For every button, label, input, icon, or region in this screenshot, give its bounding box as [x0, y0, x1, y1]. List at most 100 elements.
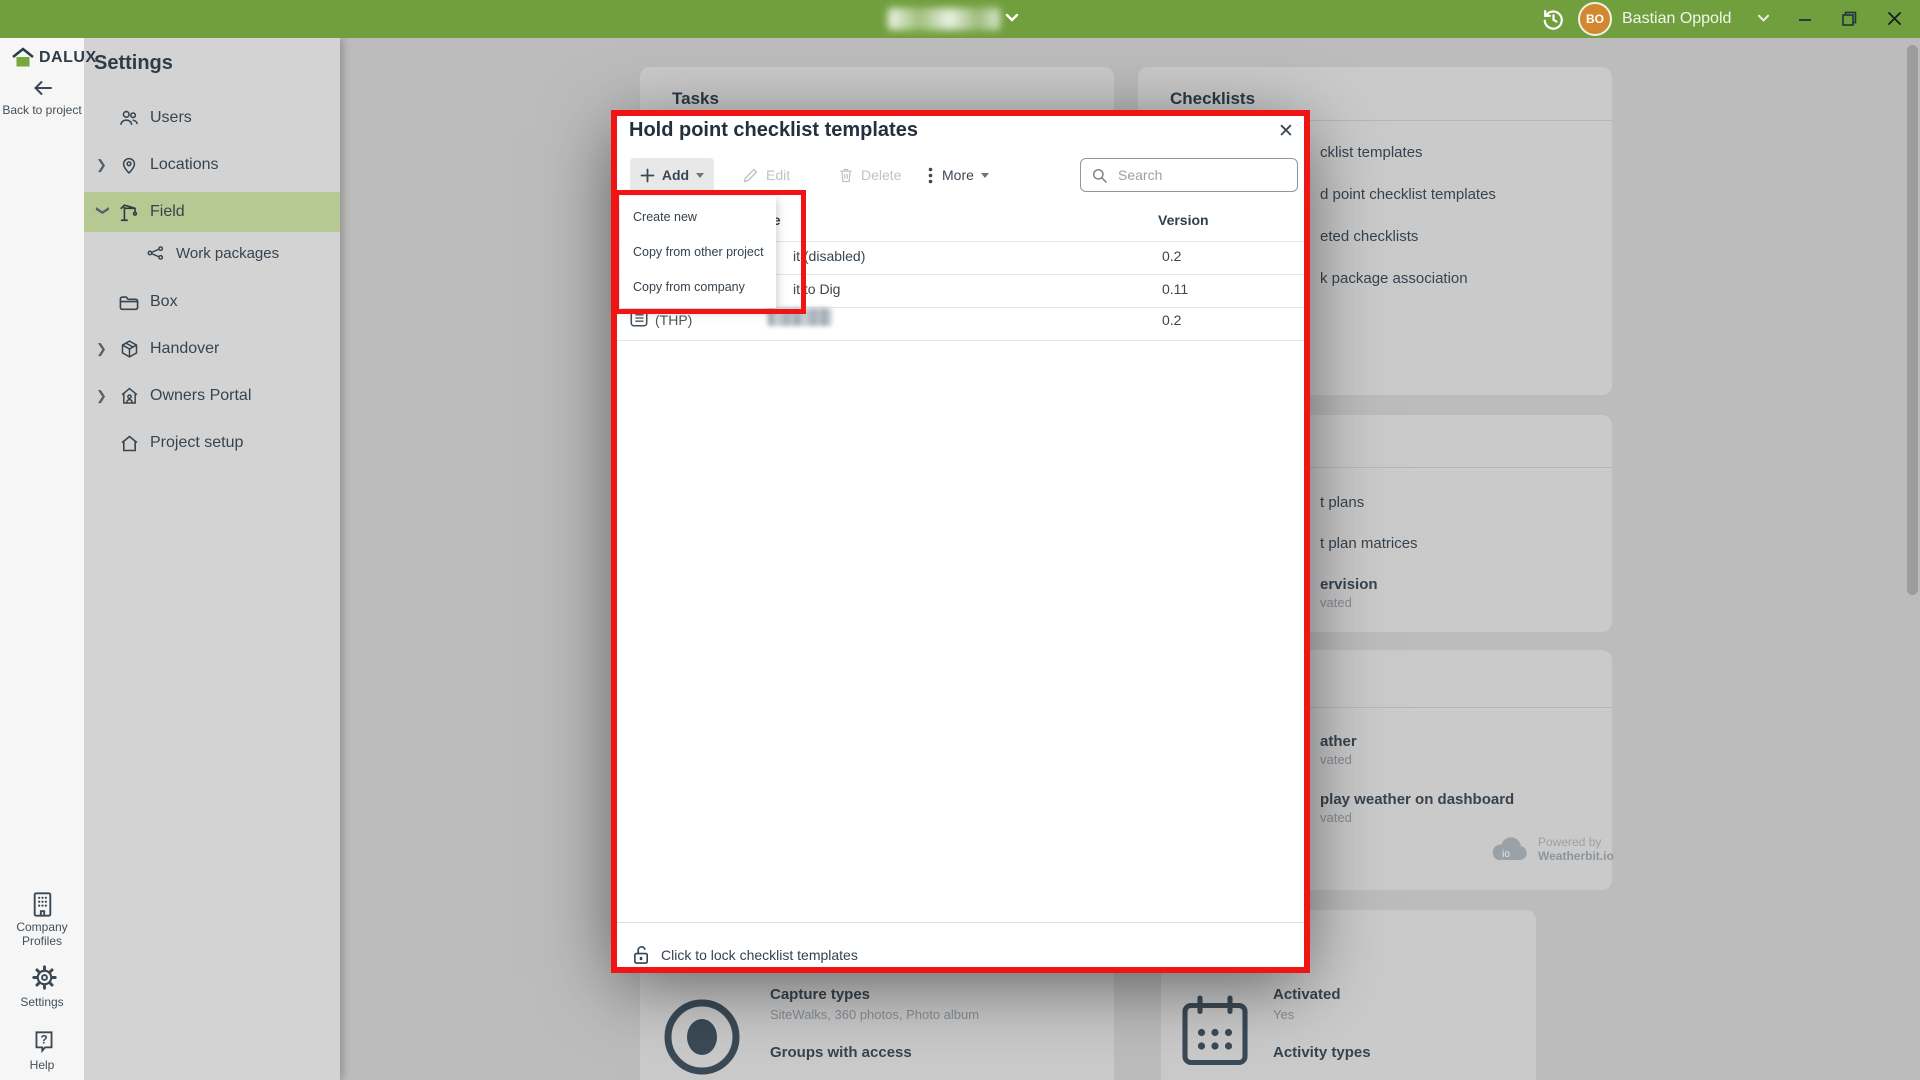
edit-button[interactable]: Edit: [742, 158, 790, 192]
avatar[interactable]: BO: [1578, 2, 1612, 36]
quality-link[interactable]: t plans: [1320, 494, 1364, 511]
company-profiles-icon[interactable]: [29, 890, 56, 919]
template-row-name[interactable]: it to Dig: [793, 281, 840, 297]
calendar-icon: [1179, 993, 1251, 1069]
capture-types-title[interactable]: Capture types: [770, 986, 870, 1003]
sidebar-item-label: Users: [150, 109, 192, 127]
caret-down-icon: [981, 173, 989, 178]
app-window: BO Bastian Oppold DALUX Back to project: [0, 0, 1920, 1080]
dalux-logo[interactable]: DALUX: [10, 46, 97, 70]
checklists-card-title: Checklists: [1170, 89, 1255, 109]
delete-button[interactable]: Delete: [838, 158, 901, 192]
sidebar-item-label: Field: [150, 203, 185, 221]
vertical-scrollbar[interactable]: [1907, 45, 1918, 595]
menu-item-create-new[interactable]: Create new: [620, 210, 776, 224]
checklists-link[interactable]: cklist templates: [1320, 144, 1423, 161]
users-icon: [116, 108, 142, 128]
dalux-house-icon: [10, 46, 36, 70]
weatherbit-attribution: io Powered by Weatherbit.io: [1486, 833, 1614, 865]
sidebar-item-work-packages[interactable]: Work packages: [84, 236, 340, 270]
svg-text:?: ?: [40, 1033, 47, 1047]
dalux-logo-text: DALUX: [39, 49, 97, 67]
activity-types-link[interactable]: Activity types: [1273, 1044, 1371, 1061]
folder-icon: [116, 293, 142, 312]
lock-templates-label: Click to lock checklist templates: [661, 947, 858, 963]
history-icon[interactable]: [1540, 6, 1567, 33]
divider: [617, 340, 1304, 341]
groups-with-access-link[interactable]: Groups with access: [770, 1044, 912, 1061]
sidebar-item-field[interactable]: ❯ Field: [84, 192, 340, 232]
dialog-title: Hold point checklist templates: [629, 119, 918, 142]
unlock-icon: [632, 944, 651, 966]
weather-link-status: vated: [1320, 810, 1352, 825]
rail-item-settings[interactable]: Settings: [0, 995, 84, 1009]
add-button[interactable]: Add: [630, 158, 714, 192]
gear-icon[interactable]: [31, 964, 58, 991]
weatherbit-cloud-icon: io: [1486, 833, 1530, 865]
quality-link[interactable]: t plan matrices: [1320, 535, 1418, 552]
divider: [617, 922, 1304, 923]
menu-item-copy-from-company[interactable]: Copy from company: [620, 280, 776, 294]
capture-record-icon: [660, 995, 744, 1079]
home-icon: [116, 433, 142, 454]
chevron-down-icon: ❯: [95, 205, 111, 219]
chevron-right-icon: ❯: [96, 341, 110, 357]
crane-icon: [116, 201, 142, 223]
search-input[interactable]: [1116, 166, 1280, 184]
caret-down-icon: [696, 173, 704, 178]
sidebar-heading: Settings: [94, 52, 173, 75]
template-row-name-redacted: [768, 308, 832, 326]
svg-text:io: io: [1502, 849, 1510, 860]
sidebar-item-label: Locations: [150, 156, 219, 174]
close-window-button[interactable]: [1884, 8, 1905, 29]
weather-link[interactable]: ather: [1320, 733, 1357, 750]
kebab-menu-icon: [928, 167, 933, 184]
menu-item-copy-from-other-project[interactable]: Copy from other project: [620, 245, 776, 259]
rail-item-help[interactable]: Help: [0, 1058, 84, 1072]
package-box-icon: [116, 338, 142, 360]
tasks-card-title: Tasks: [672, 89, 719, 109]
pencil-icon: [742, 167, 759, 184]
delete-button-label: Delete: [861, 167, 901, 183]
quality-link[interactable]: ervision: [1320, 576, 1378, 593]
sidebar-item-project-setup[interactable]: Project setup: [84, 423, 340, 463]
sidebar-item-label: Project setup: [150, 434, 243, 452]
project-chevron-down-icon[interactable]: [1004, 12, 1020, 24]
search-field[interactable]: [1080, 158, 1298, 192]
template-row-version: 0.2: [1162, 248, 1181, 264]
edit-button-label: Edit: [766, 167, 790, 183]
back-arrow-icon[interactable]: [30, 76, 56, 100]
sidebar-item-locations[interactable]: ❯ Locations: [84, 145, 340, 185]
template-row-name[interactable]: it (disabled): [793, 248, 865, 264]
maximize-button[interactable]: [1840, 9, 1859, 28]
rail-item-company-profiles[interactable]: Company Profiles: [0, 920, 84, 948]
add-dropdown-menu: Create new Copy from other project Copy …: [620, 196, 776, 308]
weather-link[interactable]: play weather on dashboard: [1320, 791, 1514, 808]
minimize-button[interactable]: [1796, 11, 1814, 27]
chevron-right-icon: ❯: [96, 157, 110, 173]
location-pin-icon: [116, 154, 142, 176]
quality-link-status: vated: [1320, 595, 1352, 610]
checklist-template-icon: [629, 308, 649, 328]
sidebar-item-handover[interactable]: ❯ Handover: [84, 329, 340, 369]
lock-templates-toggle[interactable]: Click to lock checklist templates: [632, 944, 858, 966]
sidebar-item-box[interactable]: Box: [84, 282, 340, 322]
more-button-label: More: [942, 167, 974, 183]
checklists-link[interactable]: k package association: [1320, 270, 1468, 287]
more-button[interactable]: More: [928, 158, 989, 192]
template-row-code[interactable]: (THP): [655, 312, 692, 328]
user-menu[interactable]: Bastian Oppold: [1622, 0, 1731, 38]
sidebar-item-label: Work packages: [176, 245, 279, 262]
user-chevron-down-icon[interactable]: [1756, 13, 1771, 24]
sidebar-item-users[interactable]: Users: [84, 98, 340, 138]
add-button-label: Add: [662, 167, 689, 183]
checklists-link[interactable]: d point checklist templates: [1320, 186, 1496, 203]
help-icon[interactable]: ?: [31, 1028, 57, 1056]
column-header-version[interactable]: Version: [1158, 212, 1209, 228]
sidebar-item-label: Box: [150, 293, 178, 311]
close-dialog-icon[interactable]: ✕: [1278, 120, 1294, 143]
sidebar-item-owners-portal[interactable]: ❯ Owners Portal: [84, 376, 340, 416]
project-title-redacted[interactable]: [888, 8, 1000, 30]
back-to-project-label[interactable]: Back to project: [0, 103, 84, 117]
checklists-link[interactable]: eted checklists: [1320, 228, 1418, 245]
